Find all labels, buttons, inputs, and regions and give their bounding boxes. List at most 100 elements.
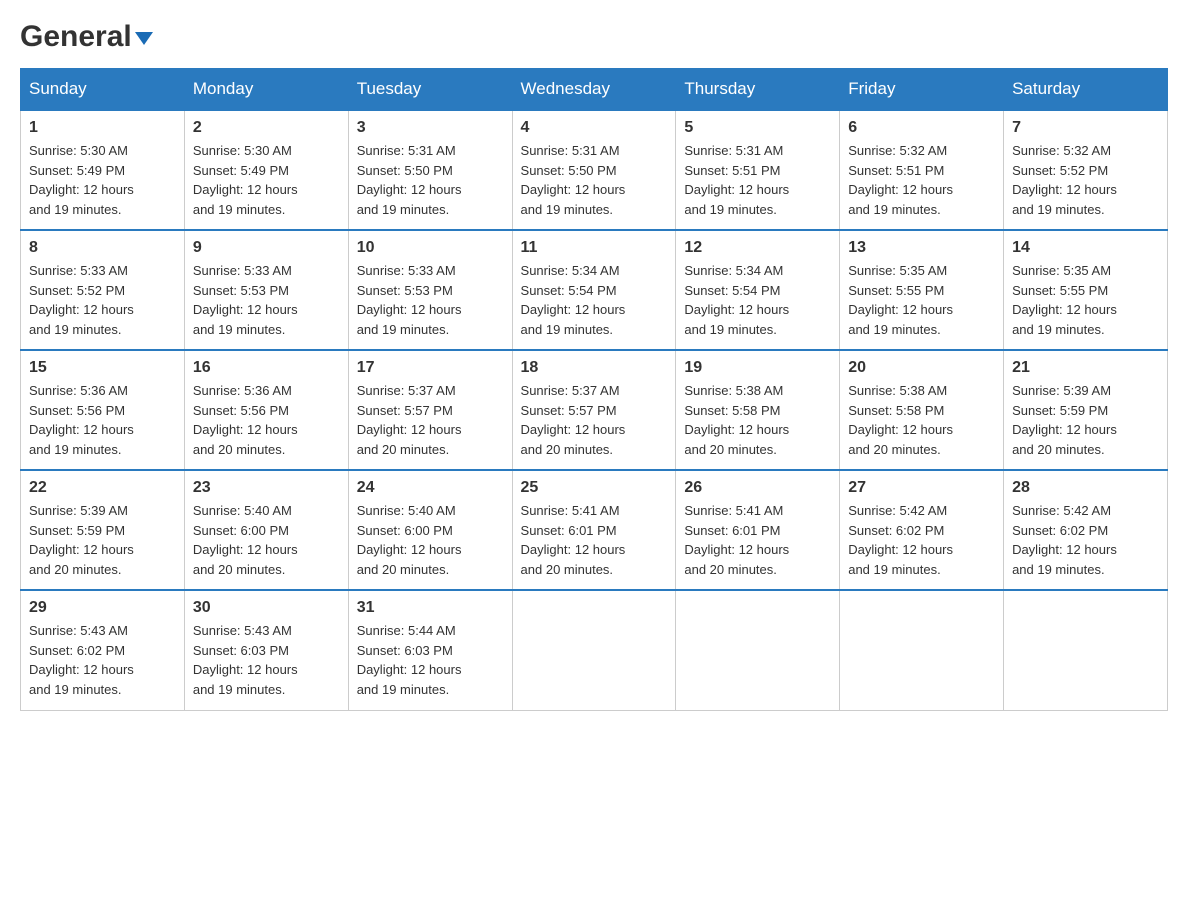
- day-info: Sunrise: 5:33 AMSunset: 5:53 PMDaylight:…: [193, 261, 340, 339]
- day-info: Sunrise: 5:34 AMSunset: 5:54 PMDaylight:…: [684, 261, 831, 339]
- logo: General: [20, 20, 153, 48]
- day-info: Sunrise: 5:37 AMSunset: 5:57 PMDaylight:…: [357, 381, 504, 459]
- week-row-5: 29 Sunrise: 5:43 AMSunset: 6:02 PMDaylig…: [21, 590, 1168, 710]
- day-number: 18: [521, 359, 668, 377]
- calendar-cell: 25 Sunrise: 5:41 AMSunset: 6:01 PMDaylig…: [512, 470, 676, 590]
- day-info: Sunrise: 5:30 AMSunset: 5:49 PMDaylight:…: [29, 141, 176, 219]
- day-info: Sunrise: 5:38 AMSunset: 5:58 PMDaylight:…: [848, 381, 995, 459]
- logo-general-text: General: [20, 20, 132, 54]
- day-number: 19: [684, 359, 831, 377]
- header-thursday: Thursday: [676, 69, 840, 111]
- week-row-3: 15 Sunrise: 5:36 AMSunset: 5:56 PMDaylig…: [21, 350, 1168, 470]
- day-info: Sunrise: 5:43 AMSunset: 6:03 PMDaylight:…: [193, 621, 340, 699]
- header-monday: Monday: [184, 69, 348, 111]
- calendar-cell: 5 Sunrise: 5:31 AMSunset: 5:51 PMDayligh…: [676, 110, 840, 230]
- calendar-cell: 17 Sunrise: 5:37 AMSunset: 5:57 PMDaylig…: [348, 350, 512, 470]
- day-info: Sunrise: 5:39 AMSunset: 5:59 PMDaylight:…: [29, 501, 176, 579]
- day-number: 16: [193, 359, 340, 377]
- day-number: 1: [29, 119, 176, 137]
- day-number: 8: [29, 239, 176, 257]
- day-number: 27: [848, 479, 995, 497]
- calendar-table: SundayMondayTuesdayWednesdayThursdayFrid…: [20, 68, 1168, 711]
- calendar-cell: 4 Sunrise: 5:31 AMSunset: 5:50 PMDayligh…: [512, 110, 676, 230]
- calendar-cell: 1 Sunrise: 5:30 AMSunset: 5:49 PMDayligh…: [21, 110, 185, 230]
- day-info: Sunrise: 5:35 AMSunset: 5:55 PMDaylight:…: [1012, 261, 1159, 339]
- calendar-cell: 26 Sunrise: 5:41 AMSunset: 6:01 PMDaylig…: [676, 470, 840, 590]
- day-info: Sunrise: 5:37 AMSunset: 5:57 PMDaylight:…: [521, 381, 668, 459]
- calendar-cell: 10 Sunrise: 5:33 AMSunset: 5:53 PMDaylig…: [348, 230, 512, 350]
- calendar-cell: 20 Sunrise: 5:38 AMSunset: 5:58 PMDaylig…: [840, 350, 1004, 470]
- calendar-cell: [1004, 590, 1168, 710]
- day-info: Sunrise: 5:42 AMSunset: 6:02 PMDaylight:…: [1012, 501, 1159, 579]
- day-number: 26: [684, 479, 831, 497]
- day-number: 31: [357, 599, 504, 617]
- day-info: Sunrise: 5:40 AMSunset: 6:00 PMDaylight:…: [357, 501, 504, 579]
- header-sunday: Sunday: [21, 69, 185, 111]
- calendar-cell: 2 Sunrise: 5:30 AMSunset: 5:49 PMDayligh…: [184, 110, 348, 230]
- header-saturday: Saturday: [1004, 69, 1168, 111]
- day-info: Sunrise: 5:32 AMSunset: 5:51 PMDaylight:…: [848, 141, 995, 219]
- calendar-cell: 14 Sunrise: 5:35 AMSunset: 5:55 PMDaylig…: [1004, 230, 1168, 350]
- day-number: 4: [521, 119, 668, 137]
- calendar-cell: 28 Sunrise: 5:42 AMSunset: 6:02 PMDaylig…: [1004, 470, 1168, 590]
- day-info: Sunrise: 5:42 AMSunset: 6:02 PMDaylight:…: [848, 501, 995, 579]
- calendar-cell: 19 Sunrise: 5:38 AMSunset: 5:58 PMDaylig…: [676, 350, 840, 470]
- calendar-cell: 23 Sunrise: 5:40 AMSunset: 6:00 PMDaylig…: [184, 470, 348, 590]
- day-info: Sunrise: 5:39 AMSunset: 5:59 PMDaylight:…: [1012, 381, 1159, 459]
- day-number: 22: [29, 479, 176, 497]
- day-number: 30: [193, 599, 340, 617]
- calendar-cell: 16 Sunrise: 5:36 AMSunset: 5:56 PMDaylig…: [184, 350, 348, 470]
- week-row-4: 22 Sunrise: 5:39 AMSunset: 5:59 PMDaylig…: [21, 470, 1168, 590]
- day-info: Sunrise: 5:41 AMSunset: 6:01 PMDaylight:…: [684, 501, 831, 579]
- calendar-cell: 18 Sunrise: 5:37 AMSunset: 5:57 PMDaylig…: [512, 350, 676, 470]
- calendar-cell: 7 Sunrise: 5:32 AMSunset: 5:52 PMDayligh…: [1004, 110, 1168, 230]
- logo-triangle-icon: [135, 32, 153, 45]
- calendar-cell: 12 Sunrise: 5:34 AMSunset: 5:54 PMDaylig…: [676, 230, 840, 350]
- page-header: General: [20, 20, 1168, 48]
- day-info: Sunrise: 5:36 AMSunset: 5:56 PMDaylight:…: [193, 381, 340, 459]
- day-info: Sunrise: 5:30 AMSunset: 5:49 PMDaylight:…: [193, 141, 340, 219]
- day-number: 20: [848, 359, 995, 377]
- day-info: Sunrise: 5:31 AMSunset: 5:50 PMDaylight:…: [521, 141, 668, 219]
- day-number: 17: [357, 359, 504, 377]
- calendar-cell: [512, 590, 676, 710]
- day-number: 3: [357, 119, 504, 137]
- day-number: 24: [357, 479, 504, 497]
- day-info: Sunrise: 5:43 AMSunset: 6:02 PMDaylight:…: [29, 621, 176, 699]
- calendar-cell: 6 Sunrise: 5:32 AMSunset: 5:51 PMDayligh…: [840, 110, 1004, 230]
- day-number: 9: [193, 239, 340, 257]
- day-number: 7: [1012, 119, 1159, 137]
- calendar-cell: 31 Sunrise: 5:44 AMSunset: 6:03 PMDaylig…: [348, 590, 512, 710]
- calendar-cell: 3 Sunrise: 5:31 AMSunset: 5:50 PMDayligh…: [348, 110, 512, 230]
- header-wednesday: Wednesday: [512, 69, 676, 111]
- day-number: 29: [29, 599, 176, 617]
- logo-general-blue: General: [20, 20, 153, 54]
- calendar-header-row: SundayMondayTuesdayWednesdayThursdayFrid…: [21, 69, 1168, 111]
- calendar-cell: 15 Sunrise: 5:36 AMSunset: 5:56 PMDaylig…: [21, 350, 185, 470]
- calendar-cell: 11 Sunrise: 5:34 AMSunset: 5:54 PMDaylig…: [512, 230, 676, 350]
- day-number: 28: [1012, 479, 1159, 497]
- week-row-1: 1 Sunrise: 5:30 AMSunset: 5:49 PMDayligh…: [21, 110, 1168, 230]
- calendar-cell: 8 Sunrise: 5:33 AMSunset: 5:52 PMDayligh…: [21, 230, 185, 350]
- calendar-cell: 9 Sunrise: 5:33 AMSunset: 5:53 PMDayligh…: [184, 230, 348, 350]
- day-info: Sunrise: 5:36 AMSunset: 5:56 PMDaylight:…: [29, 381, 176, 459]
- day-number: 5: [684, 119, 831, 137]
- day-number: 23: [193, 479, 340, 497]
- day-number: 11: [521, 239, 668, 257]
- calendar-cell: 30 Sunrise: 5:43 AMSunset: 6:03 PMDaylig…: [184, 590, 348, 710]
- calendar-cell: [676, 590, 840, 710]
- day-info: Sunrise: 5:40 AMSunset: 6:00 PMDaylight:…: [193, 501, 340, 579]
- week-row-2: 8 Sunrise: 5:33 AMSunset: 5:52 PMDayligh…: [21, 230, 1168, 350]
- day-info: Sunrise: 5:41 AMSunset: 6:01 PMDaylight:…: [521, 501, 668, 579]
- day-info: Sunrise: 5:33 AMSunset: 5:53 PMDaylight:…: [357, 261, 504, 339]
- day-info: Sunrise: 5:35 AMSunset: 5:55 PMDaylight:…: [848, 261, 995, 339]
- day-number: 12: [684, 239, 831, 257]
- calendar-cell: 24 Sunrise: 5:40 AMSunset: 6:00 PMDaylig…: [348, 470, 512, 590]
- day-info: Sunrise: 5:34 AMSunset: 5:54 PMDaylight:…: [521, 261, 668, 339]
- calendar-cell: [840, 590, 1004, 710]
- day-number: 6: [848, 119, 995, 137]
- calendar-cell: 13 Sunrise: 5:35 AMSunset: 5:55 PMDaylig…: [840, 230, 1004, 350]
- day-number: 14: [1012, 239, 1159, 257]
- calendar-cell: 21 Sunrise: 5:39 AMSunset: 5:59 PMDaylig…: [1004, 350, 1168, 470]
- day-info: Sunrise: 5:32 AMSunset: 5:52 PMDaylight:…: [1012, 141, 1159, 219]
